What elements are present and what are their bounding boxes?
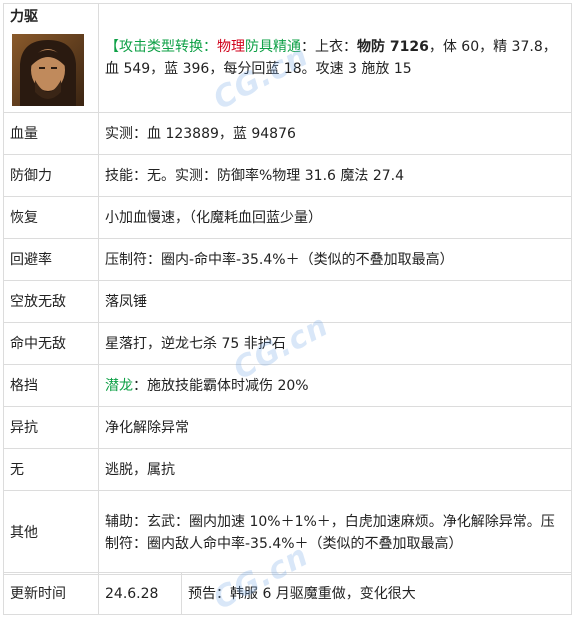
row-recovery: 恢复 小加血慢速，（化魔耗血回蓝少量）: [3, 196, 572, 239]
armor-defense-value: 物防 7126: [357, 39, 429, 55]
info-table: 力驱 【攻击类型转换：物理防具精通：上衣：物防 7126，体 60，精 37.8…: [3, 3, 572, 575]
row-label: 无: [3, 448, 99, 491]
row-evasion: 回避率 压制符：圈内-命中率-35.4%＋（类似的不叠加取最高）: [3, 238, 572, 281]
attack-conversion-label: 攻击类型转换：: [119, 39, 217, 55]
armor-intro: ：上衣：: [301, 39, 357, 55]
row-block: 格挡 潜龙：施放技能霸体时减伤 20%: [3, 364, 572, 407]
update-note: 预告：韩服 6 月驱魔重做，变化很大: [181, 572, 572, 615]
bracket-open: 【: [105, 39, 119, 55]
row-value: 小加血慢速，（化魔耗血回蓝少量）: [98, 196, 572, 239]
character-name: 力驱: [10, 9, 38, 25]
update-table: 更新时间 24.6.28 预告：韩服 6 月驱魔重做，变化很大: [3, 572, 572, 615]
character-portrait: [12, 34, 84, 106]
row-label: 恢复: [3, 196, 99, 239]
row-label: 格挡: [3, 364, 99, 407]
armor-mastery-label: 防具精通: [245, 39, 301, 55]
row-other: 其他 辅助：玄武：圈内加速 10%＋1%＋，白虎加速麻烦。净化解除异常。压制符：…: [3, 490, 572, 575]
row-label: 血量: [3, 112, 99, 155]
row-value: 落凤锤: [98, 280, 572, 323]
row-label: 回避率: [3, 238, 99, 281]
row-label: 防御力: [3, 154, 99, 197]
row-status-resist: 异抗 净化解除异常: [3, 406, 572, 449]
row-label: 空放无敌: [3, 280, 99, 323]
update-date: 24.6.28: [98, 572, 182, 615]
row-value-cell: 潜龙：施放技能霸体时减伤 20%: [98, 364, 572, 407]
row-label: 命中无敌: [3, 322, 99, 365]
row-hp: 血量 实测：血 123889，蓝 94876: [3, 112, 572, 155]
skill-highlight: 潜龙: [105, 377, 133, 394]
row-update: 更新时间 24.6.28 预告：韩服 6 月驱魔重做，变化很大: [3, 572, 572, 615]
header-label-cell: 力驱: [3, 3, 99, 113]
row-value: 星落打，逆龙七杀 75 非护石: [98, 322, 572, 365]
row-hit-invincible: 命中无敌 星落打，逆龙七杀 75 非护石: [3, 322, 572, 365]
update-label: 更新时间: [3, 572, 99, 615]
row-value: 净化解除异常: [98, 406, 572, 449]
row-value: 逃脱，属抗: [98, 448, 572, 491]
attack-conversion-value: 物理: [217, 39, 245, 55]
header-attributes-cell: 【攻击类型转换：物理防具精通：上衣：物防 7126，体 60，精 37.8，血 …: [98, 3, 572, 113]
row-value: ：施放技能霸体时减伤 20%: [133, 377, 309, 394]
row-whiff-invincible: 空放无敌 落凤锤: [3, 280, 572, 323]
row-label: 其他: [3, 490, 99, 575]
row-label: 异抗: [3, 406, 99, 449]
header-row: 力驱 【攻击类型转换：物理防具精通：上衣：物防 7126，体 60，精 37.8…: [3, 3, 572, 113]
row-defense: 防御力 技能：无。实测：防御率%物理 31.6 魔法 27.4: [3, 154, 572, 197]
row-value: 实测：血 123889，蓝 94876: [98, 112, 572, 155]
row-value: 技能：无。实测：防御率%物理 31.6 魔法 27.4: [98, 154, 572, 197]
row-none: 无 逃脱，属抗: [3, 448, 572, 491]
row-value: 辅助：玄武：圈内加速 10%＋1%＋，白虎加速麻烦。净化解除异常。压制符：圈内敌…: [98, 490, 572, 575]
row-value: 压制符：圈内-命中率-35.4%＋（类似的不叠加取最高）: [98, 238, 572, 281]
